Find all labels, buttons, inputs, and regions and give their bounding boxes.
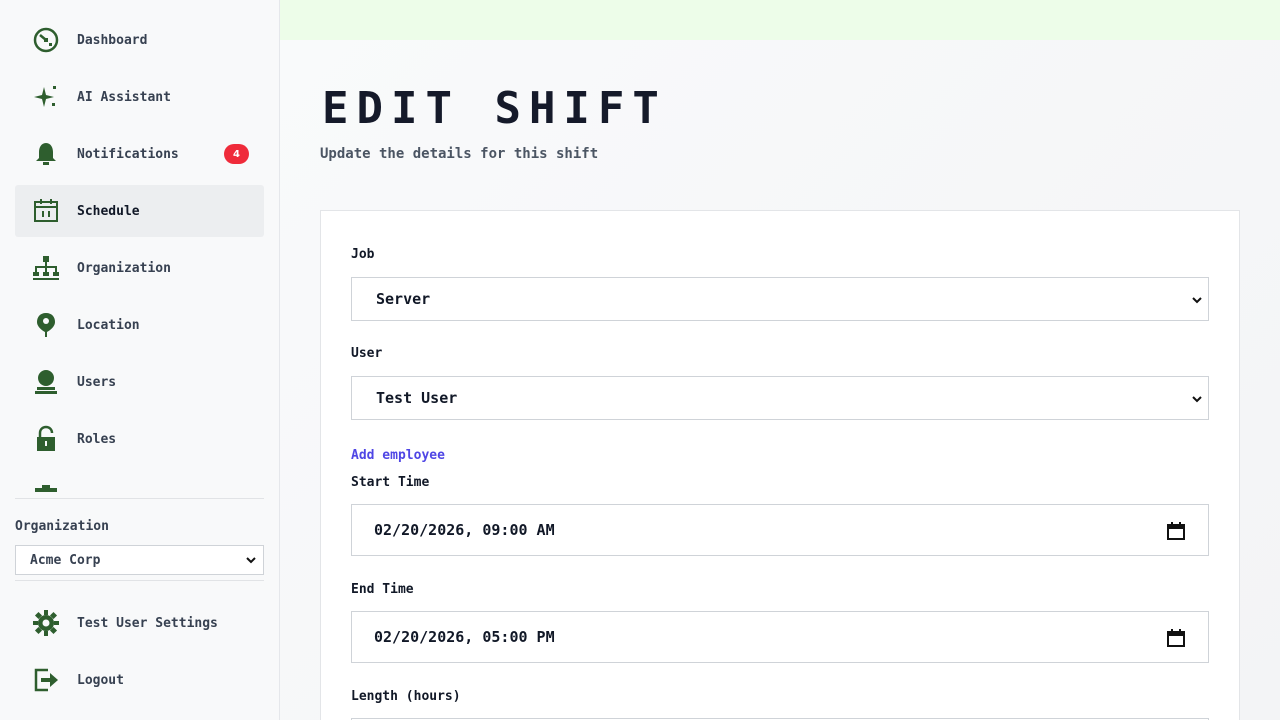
logout-label: Logout	[77, 672, 124, 688]
sidebar-item-label: Organization	[77, 260, 171, 276]
sidebar-item-notifications[interactable]: Notifications 4	[15, 128, 264, 180]
lock-icon	[30, 423, 62, 455]
calendar-icon	[30, 195, 62, 227]
chevron-down-icon	[246, 557, 256, 564]
chevron-down-icon	[1192, 396, 1202, 403]
settings-link[interactable]: Test User Settings	[15, 597, 264, 649]
user-label: User	[351, 346, 383, 361]
sidebar: Dashboard AI Assistant Notifications 4 S…	[0, 0, 280, 720]
sidebar-item-label: Roles	[77, 431, 117, 447]
add-employee-link[interactable]: Add employee	[351, 448, 445, 463]
end-time-input[interactable]: 02/20/2026, 05:00 PM	[351, 611, 1209, 663]
bell-icon	[30, 138, 62, 170]
job-select-value: Server	[376, 290, 431, 308]
user-icon	[30, 366, 62, 398]
sidebar-item-ai-assistant[interactable]: AI Assistant	[15, 71, 264, 123]
length-label: Length (hours)	[351, 689, 461, 704]
page-title: Edit Shift	[322, 83, 667, 134]
sidebar-item-label: Users	[77, 374, 117, 390]
job-label: Job	[351, 247, 375, 262]
top-banner	[280, 0, 1280, 40]
start-time-value: 02/20/2026, 09:00 AM	[374, 521, 555, 539]
sidebar-nav: Dashboard AI Assistant Notifications 4 S…	[15, 14, 264, 492]
sidebar-item-organization[interactable]: Organization	[15, 242, 264, 294]
sidebar-item-location[interactable]: Location	[15, 299, 264, 351]
sidebar-item-label: Notifications	[77, 146, 179, 162]
sidebar-item-dashboard[interactable]: Dashboard	[15, 14, 264, 66]
job-select[interactable]: Server	[351, 277, 1209, 321]
user-select-value: Test User	[376, 389, 458, 407]
dashboard-icon	[30, 24, 62, 56]
org-selector-value: Acme Corp	[30, 552, 101, 568]
org-selector[interactable]: Acme Corp	[15, 545, 264, 575]
sidebar-item-label: AI Assistant	[77, 89, 171, 105]
calendar-picker-icon[interactable]	[1166, 521, 1186, 541]
notification-count-badge: 4	[224, 144, 249, 164]
sidebar-item-label: Location	[77, 317, 140, 333]
org-selector-label: Organization	[15, 519, 109, 534]
logout-icon	[30, 664, 62, 696]
location-pin-icon	[30, 309, 62, 341]
sidebar-item-label: Dashboard	[77, 32, 148, 48]
logout-link[interactable]: Logout	[15, 654, 264, 706]
user-select[interactable]: Test User	[351, 376, 1209, 420]
sidebar-item-label: Schedule	[77, 203, 140, 219]
sidebar-divider	[15, 580, 264, 581]
calendar-picker-icon[interactable]	[1166, 628, 1186, 648]
sparkle-icon	[30, 81, 62, 113]
start-time-label: Start Time	[351, 475, 430, 490]
page-subtitle: Update the details for this shift	[320, 146, 599, 162]
org-chart-icon	[30, 252, 62, 284]
sidebar-divider	[15, 498, 264, 499]
edit-shift-form: Job Server User Test User Add employee S…	[320, 210, 1240, 720]
end-time-value: 02/20/2026, 05:00 PM	[374, 628, 555, 646]
sidebar-item-users[interactable]: Users	[15, 356, 264, 408]
sidebar-item-schedule[interactable]: Schedule	[15, 185, 264, 237]
settings-label: Test User Settings	[77, 615, 218, 631]
briefcase-icon	[30, 480, 62, 492]
start-time-input[interactable]: 02/20/2026, 09:00 AM	[351, 504, 1209, 556]
gear-icon	[30, 607, 62, 639]
sidebar-item-more[interactable]	[15, 470, 264, 492]
chevron-down-icon	[1192, 297, 1202, 304]
sidebar-item-roles[interactable]: Roles	[15, 413, 264, 465]
end-time-label: End Time	[351, 582, 414, 597]
